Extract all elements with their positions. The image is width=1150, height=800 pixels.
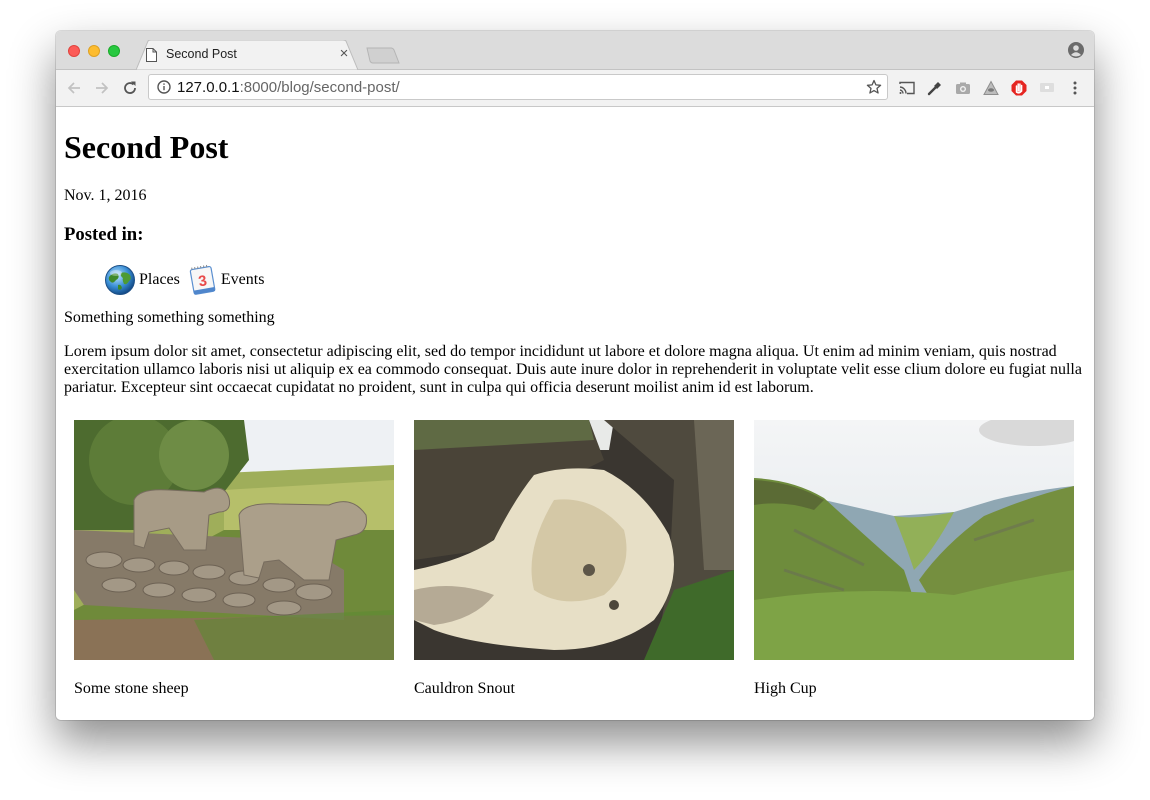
category-label[interactable]: Places (139, 271, 180, 289)
tab-second-post[interactable]: Second Post × (136, 40, 358, 70)
wrench-icon[interactable] (927, 80, 943, 96)
page-content: Second Post Nov. 1, 2016 Posted in: Plac… (56, 107, 1094, 720)
gallery-item[interactable]: Some stone sheep (74, 420, 394, 698)
minimize-window-button[interactable] (88, 45, 100, 57)
category-label[interactable]: Events (221, 271, 265, 289)
photo-caption: High Cup (754, 680, 817, 697)
valley-photo[interactable] (754, 420, 1074, 660)
back-arrow-icon[interactable] (65, 79, 83, 97)
globe-icon (105, 265, 135, 295)
close-tab-icon[interactable]: × (336, 45, 352, 63)
category-places[interactable]: Places (104, 264, 180, 296)
url-path: :8000/blog/second-post/ (239, 79, 400, 96)
post-date: Nov. 1, 2016 (64, 187, 147, 204)
reload-icon[interactable] (121, 79, 139, 97)
browser-window: Second Post × 127.0.0.1:8000/blog/second… (56, 31, 1094, 720)
url-host: 127.0.0.1 (177, 79, 240, 96)
menu-kebab-icon[interactable] (1067, 80, 1083, 96)
info-icon[interactable] (157, 80, 171, 94)
calendar-icon: 3 (189, 264, 216, 295)
adblock-hand-icon[interactable] (1011, 80, 1027, 96)
browser-toolbar: 127.0.0.1:8000/blog/second-post/ (56, 70, 1094, 107)
photo-caption: Cauldron Snout (414, 680, 515, 697)
forward-arrow-icon[interactable] (93, 79, 111, 97)
pyramid-eye-icon[interactable] (983, 80, 999, 96)
close-window-button[interactable] (68, 45, 80, 57)
page-icon (146, 48, 157, 62)
new-tab-button[interactable] (366, 47, 400, 64)
photo-gallery: Some stone sheep Cauldron Snout High Cup (74, 420, 1086, 698)
stone-sheep-photo[interactable] (74, 420, 394, 660)
address-bar[interactable]: 127.0.0.1:8000/blog/second-post/ (148, 74, 888, 100)
cast-icon[interactable] (899, 80, 915, 96)
post-lead: Something something something (64, 309, 275, 326)
post-title: Second Post (64, 129, 229, 165)
gallery-item[interactable]: Cauldron Snout (414, 420, 734, 698)
screen-share-icon[interactable] (1039, 80, 1055, 96)
profile-icon[interactable] (1068, 42, 1084, 58)
post-body: Lorem ipsum dolor sit amet, consectetur … (64, 343, 1082, 396)
zoom-window-button[interactable] (108, 45, 120, 57)
category-list: Places 3 Events (104, 263, 1086, 297)
waterfall-photo[interactable] (414, 420, 734, 660)
tab-strip: Second Post × (56, 31, 1094, 70)
star-icon[interactable] (866, 79, 882, 95)
category-events[interactable]: 3 Events (186, 264, 265, 296)
photo-caption: Some stone sheep (74, 680, 189, 697)
posted-in-heading: Posted in: (64, 224, 144, 245)
gallery-item[interactable]: High Cup (754, 420, 1074, 698)
tab-title: Second Post (166, 47, 237, 61)
camera-icon[interactable] (955, 80, 971, 96)
url-text[interactable]: 127.0.0.1:8000/blog/second-post/ (177, 79, 400, 96)
